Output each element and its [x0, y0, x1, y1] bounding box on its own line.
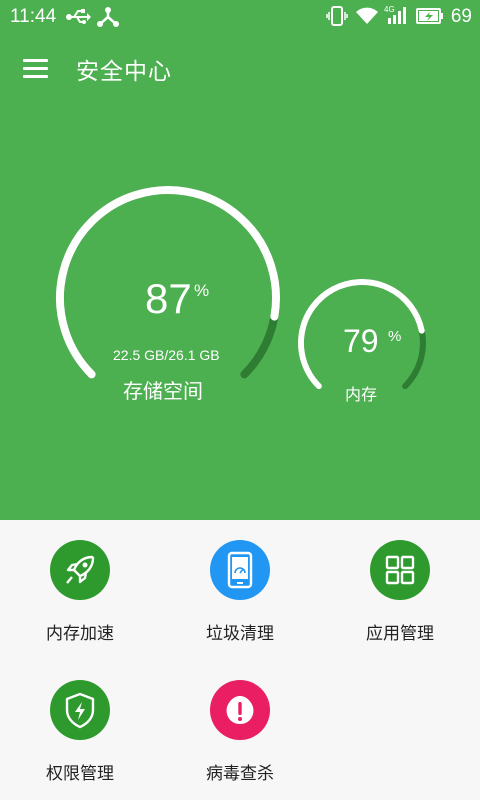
tool-label: 内存加速 — [46, 624, 114, 644]
status-time: 11:44 — [10, 6, 57, 27]
share-icon — [96, 6, 120, 32]
virus-alert-icon — [226, 696, 254, 724]
page-title: 安全中心 — [76, 59, 172, 85]
storage-percent: 87 — [145, 275, 192, 322]
tool-junk-clean[interactable]: 垃圾清理 — [160, 520, 320, 650]
memory-percent: 79 — [343, 323, 379, 359]
shield-bolt-icon — [65, 692, 95, 729]
memory-label: 内存 — [345, 385, 378, 404]
tool-label: 垃圾清理 — [206, 624, 274, 644]
tool-icon-circle — [210, 540, 270, 600]
hamburger-menu-icon[interactable] — [16, 50, 56, 86]
battery-charging-icon — [416, 7, 444, 29]
tool-icon-circle — [210, 680, 270, 740]
svg-text:4G: 4G — [384, 5, 395, 14]
tool-icon-circle — [50, 540, 110, 600]
tool-app-manage[interactable]: 应用管理 — [320, 520, 480, 650]
storage-label: 存储空间 — [123, 379, 203, 403]
app-bar: 安全中心 — [0, 40, 480, 96]
memory-percent-sign: % — [388, 328, 402, 345]
battery-level: 69 — [450, 6, 472, 27]
memory-gauge[interactable]: 79 % 内存 — [297, 278, 429, 404]
usb-icon — [66, 8, 92, 30]
tool-label: 权限管理 — [46, 764, 114, 784]
tool-icon-circle — [50, 680, 110, 740]
4g-signal-icon: 4G — [384, 4, 410, 30]
storage-gauge[interactable]: 87 % 22.5 GB/26.1 GB 存储空间 — [55, 185, 283, 403]
apps-grid-icon — [385, 555, 415, 585]
vibrate-icon — [326, 5, 348, 31]
tool-icon-circle — [370, 540, 430, 600]
tool-permission-manage[interactable]: 权限管理 — [0, 660, 160, 790]
tools-panel: 内存加速 垃圾清理 应用管理 权限管理 病毒查杀 — [0, 520, 480, 800]
tool-virus-scan[interactable]: 病毒查杀 — [160, 660, 320, 790]
wifi-icon — [355, 6, 379, 30]
tool-label: 病毒查杀 — [206, 764, 274, 784]
phone-clean-icon — [227, 551, 253, 589]
storage-percent-sign: % — [194, 281, 210, 300]
rocket-icon — [66, 555, 95, 584]
tool-memory-boost[interactable]: 内存加速 — [0, 520, 160, 650]
storage-usage: 22.5 GB/26.1 GB — [113, 347, 220, 363]
status-bar: 11:44 4G 69 — [0, 0, 480, 34]
tool-label: 应用管理 — [366, 624, 434, 644]
